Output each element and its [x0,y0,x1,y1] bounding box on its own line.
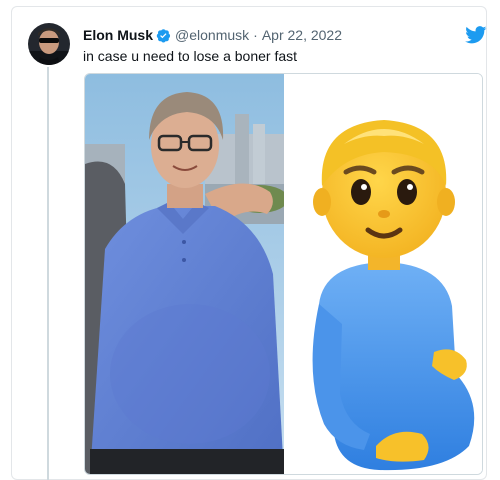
pregnant-man-emoji [284,74,482,474]
handle[interactable]: @elonmusk [175,26,249,44]
display-name[interactable]: Elon Musk [83,26,153,44]
tweet-card[interactable]: Elon Musk @elonmusk · Apr 22, 2022 in ca… [11,6,487,480]
tweet-date[interactable]: Apr 22, 2022 [262,26,342,44]
verified-badge-icon [156,28,171,43]
twitter-bird-icon[interactable] [465,26,487,44]
avatar[interactable] [28,23,70,65]
thread-line [47,67,49,480]
tweet-media[interactable] [84,73,483,475]
tweet-screenshot: Elon Musk @elonmusk · Apr 22, 2022 in ca… [0,0,500,480]
photo-man-blue-polo [85,74,284,474]
tweet-text: in case u need to lose a boner fast [83,48,298,64]
tweet-header: Elon Musk @elonmusk · Apr 22, 2022 [83,26,342,44]
meta-separator: · [253,27,258,43]
